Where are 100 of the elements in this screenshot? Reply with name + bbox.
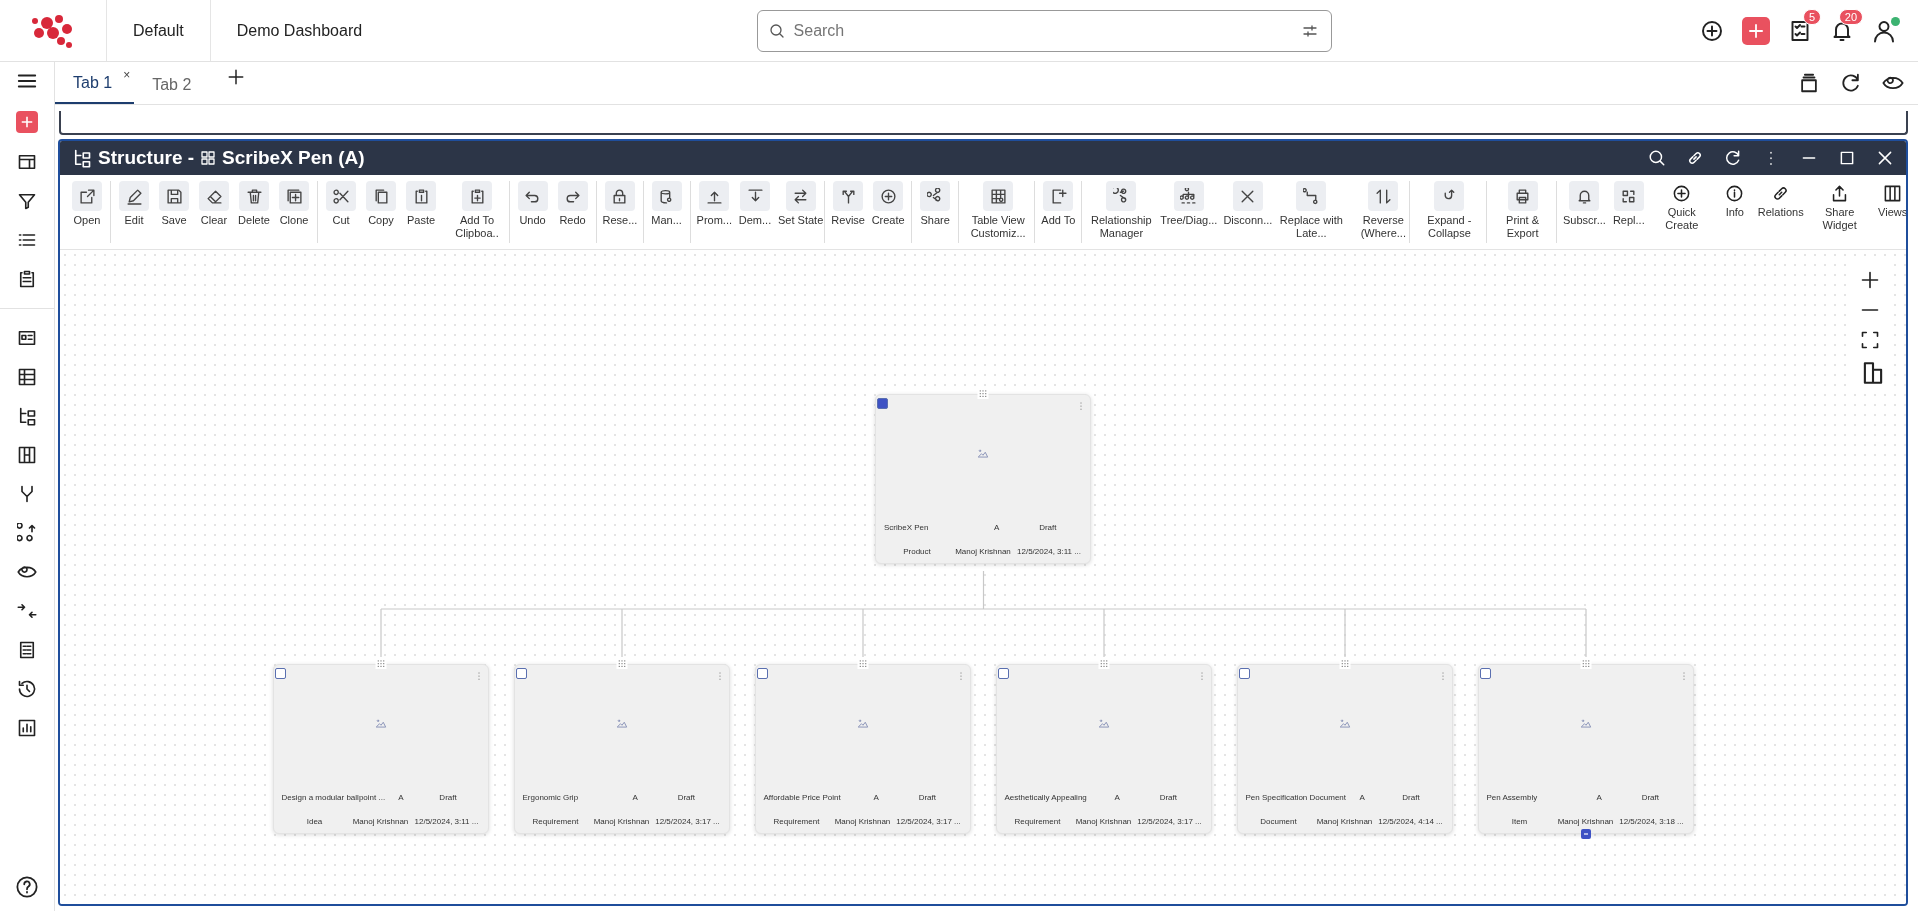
nodes-icon[interactable] <box>17 523 37 543</box>
toolbar-button[interactable]: Copy <box>361 181 401 243</box>
drag-handle-icon[interactable] <box>375 658 386 669</box>
toolbar-button[interactable]: Views <box>1872 181 1906 243</box>
stack-icon[interactable] <box>1798 72 1820 94</box>
close-icon[interactable] <box>1876 149 1894 167</box>
toolbar-button[interactable]: Replace with Late... <box>1275 181 1348 243</box>
tab[interactable]: Tab 1 × <box>55 74 135 104</box>
board-icon[interactable] <box>17 445 37 465</box>
toolbar-button[interactable]: Rese... <box>599 181 641 243</box>
toolbar-button[interactable]: Undo <box>512 181 553 243</box>
tree-icon[interactable] <box>17 406 37 426</box>
search-field[interactable]: Search <box>756 9 1332 52</box>
image-placeholder-icon <box>1579 717 1592 729</box>
drag-handle-icon[interactable] <box>1098 658 1109 669</box>
help-icon[interactable] <box>16 876 38 898</box>
toolbar-button[interactable]: Info <box>1714 181 1755 243</box>
toolbar-button[interactable]: Man... <box>646 181 687 243</box>
node-card[interactable]: Pen Specification Document A Draft Document Manoj Krishnan 12/5/2024, 4:14 ... <box>1236 664 1453 834</box>
toolbar-button[interactable]: Cut <box>321 181 361 243</box>
toolbar-button[interactable]: Tree/Diag... <box>1157 181 1221 243</box>
drag-handle-icon[interactable] <box>1339 658 1350 669</box>
toolbar-button[interactable]: Clear <box>194 181 234 243</box>
link-icon[interactable] <box>1686 149 1704 167</box>
toolbar-button[interactable]: Set State <box>775 181 827 243</box>
toolbar-button[interactable]: Disconn... <box>1220 181 1276 243</box>
node-checkbox[interactable] <box>274 668 286 679</box>
create-button[interactable] <box>1742 16 1770 45</box>
drag-handle-icon[interactable] <box>616 658 627 669</box>
node-checkbox[interactable] <box>1479 668 1491 679</box>
copy-icon <box>372 187 390 205</box>
history-icon[interactable] <box>17 679 37 699</box>
search-icon[interactable] <box>1648 149 1666 167</box>
toolbar-button[interactable]: Open <box>67 181 107 243</box>
node-revision: A <box>992 523 1001 532</box>
toolbar-button[interactable]: Relationship Manager <box>1085 181 1158 243</box>
toolbar-button[interactable]: Quick Create <box>1648 181 1715 243</box>
toolbar-button[interactable]: Prom... <box>693 181 735 243</box>
drag-handle-icon[interactable] <box>857 658 868 669</box>
drag-handle-icon[interactable] <box>977 388 989 399</box>
node-card[interactable]: Ergonomic Grip A Draft Requirement Manoj Krishnan 12/5/2024, 3:17 ... <box>513 664 730 834</box>
toolbar-button[interactable]: Relations <box>1754 181 1807 243</box>
delete-icon <box>245 187 263 205</box>
toolbar-button[interactable]: Print & Export <box>1489 181 1556 243</box>
image-placeholder-icon <box>977 447 989 459</box>
toolbar-button[interactable]: Table View Customiz... <box>962 181 1035 243</box>
toolbar-button[interactable]: Share <box>915 181 956 243</box>
toolbar-button[interactable]: Redo <box>552 181 593 243</box>
fit-view-icon[interactable] <box>1860 330 1880 350</box>
info-icon <box>1725 184 1745 203</box>
image-placeholder-icon <box>856 717 869 729</box>
maximize-icon[interactable] <box>1838 149 1856 167</box>
toolbar-button[interactable]: Paste <box>401 181 441 243</box>
doclist-icon[interactable] <box>17 640 37 660</box>
node-revision: A <box>1113 793 1121 802</box>
toolbar-button[interactable]: Create <box>868 181 909 243</box>
panel-icon[interactable] <box>17 152 37 172</box>
grid-icon[interactable] <box>17 367 37 387</box>
drag-handle-icon[interactable] <box>1580 658 1591 669</box>
toolbar-button[interactable]: Edit <box>114 181 154 243</box>
node-card[interactable]: Aesthetically Appealing A Draft Requirement Manoj Krishnan 12/5/2024, 3:17 ... <box>995 664 1212 834</box>
toolbar-button[interactable]: Add To Clipboa.. <box>441 181 513 243</box>
zoom-in-icon[interactable] <box>1860 270 1880 290</box>
node-type: Requirement <box>772 817 821 826</box>
toolbar-button[interactable]: Repl... <box>1608 181 1649 243</box>
node-checkbox[interactable] <box>515 668 527 679</box>
toolbar-button[interactable]: Delete <box>234 181 274 243</box>
card-icon[interactable] <box>17 328 37 348</box>
add-button[interactable] <box>16 111 38 133</box>
user-icon[interactable] <box>1872 18 1896 43</box>
toolbar-button[interactable]: Clone <box>274 181 314 243</box>
toolbar-button[interactable]: Subscr... <box>1560 181 1609 243</box>
node-card[interactable]: ScribeX Pen A Draft Product Manoj Krishnan 12/5/2024, 3:11 ... <box>875 394 1091 564</box>
node-checkbox[interactable] <box>756 668 768 679</box>
node-checkbox[interactable] <box>877 398 888 409</box>
toolbar-button[interactable]: Add To <box>1038 181 1079 243</box>
node-checkbox[interactable] <box>997 668 1009 679</box>
refresh-icon[interactable] <box>1724 149 1742 167</box>
toolbar-button[interactable]: Dem... <box>735 181 775 243</box>
tab[interactable]: Tab 2 <box>134 76 214 104</box>
toolbar-button[interactable]: Save <box>154 181 194 243</box>
node-card[interactable]: Affordable Price Point A Draft Requirement Manoj Krishnan 12/5/2024, 3:17 ... <box>754 664 971 834</box>
toolbar-button[interactable]: Revise <box>828 181 869 243</box>
refresh-icon[interactable] <box>1840 72 1862 94</box>
chart-icon[interactable] <box>17 718 37 738</box>
dashboard-name[interactable]: Demo Dashboard <box>236 21 363 40</box>
node-checkbox[interactable] <box>1238 668 1250 679</box>
node-card[interactable]: Pen Assembly A Draft Item Manoj Krishnan 12/5/2024, 3:18 ... <box>1477 664 1694 834</box>
toolbar-button[interactable]: Expand - Collapse <box>1413 181 1486 243</box>
clip-icon <box>468 187 486 205</box>
filter-icon[interactable] <box>17 191 37 211</box>
add-tab-icon[interactable] <box>227 68 246 86</box>
toolbar-button[interactable]: Share Widget <box>1806 181 1873 243</box>
node-name: Pen Specification Document <box>1245 793 1346 802</box>
workspace-name[interactable]: Default <box>133 21 184 40</box>
clipboard-icon[interactable] <box>17 269 37 289</box>
arrows-icon[interactable] <box>17 601 37 621</box>
expand-button[interactable] <box>1580 829 1591 839</box>
node-state: Draft <box>1038 523 1058 532</box>
node-card[interactable]: Design a modular ballpoint ... A Draft Idea Manoj Krishnan 12/5/2024, 3:11 ... <box>272 664 489 834</box>
